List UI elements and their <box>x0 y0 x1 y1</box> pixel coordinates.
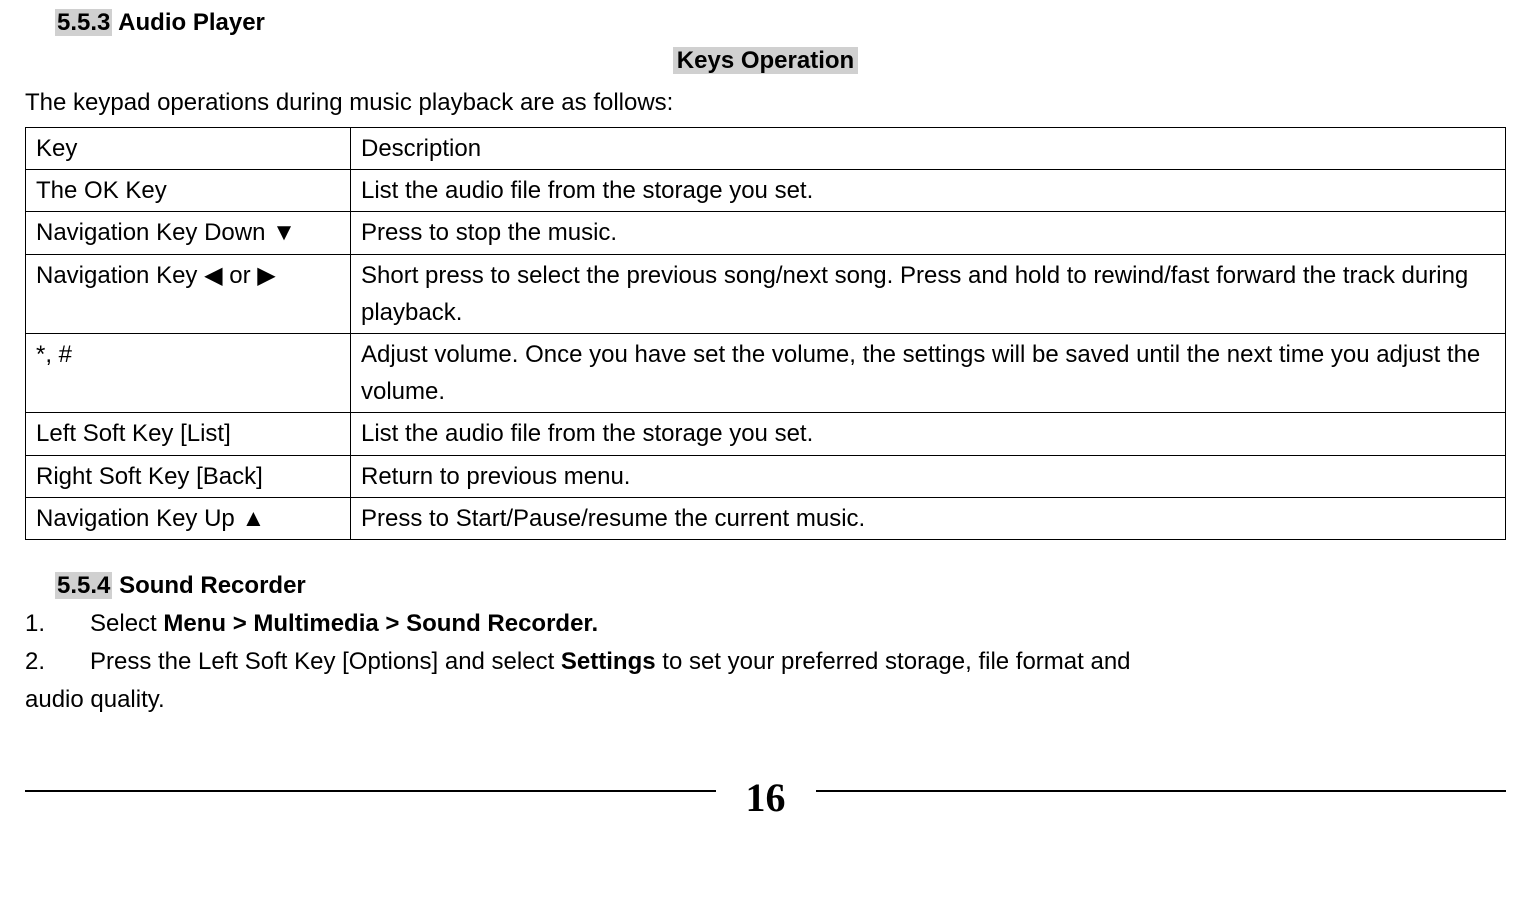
section-heading-sound-recorder: 5.5.4 Sound Recorder <box>55 568 1506 604</box>
text-bold: Settings <box>561 648 656 675</box>
table-row: Navigation Key ◀ or ▶ Short press to sel… <box>26 254 1506 333</box>
footer-line-right <box>816 790 1507 792</box>
table-cell-desc: Description <box>351 128 1506 170</box>
list-text: Select Menu > Multimedia > Sound Recorde… <box>90 606 1506 642</box>
text-bold: Menu > Multimedia > Sound Recorder. <box>163 610 598 637</box>
table-cell-key: Left Soft Key [List] <box>26 413 351 455</box>
table-cell-desc: List the audio file from the storage you… <box>351 413 1506 455</box>
footer-line-left <box>25 790 716 792</box>
table-cell-desc: Return to previous menu. <box>351 455 1506 497</box>
list-item: 1. Select Menu > Multimedia > Sound Reco… <box>25 606 1506 642</box>
section-number: 5.5.3 <box>55 9 112 36</box>
list-text-continuation: audio quality. <box>25 682 1506 718</box>
page-footer: 16 <box>25 768 1506 818</box>
table-cell-desc: List the audio file from the storage you… <box>351 170 1506 212</box>
section-title: Sound Recorder <box>119 572 306 599</box>
table-row: Navigation Key Down ▼ Press to stop the … <box>26 212 1506 254</box>
list-number: 2. <box>25 644 90 680</box>
section-title: Audio Player <box>118 9 265 36</box>
table-cell-desc: Press to Start/Pause/resume the current … <box>351 497 1506 539</box>
table-row: Navigation Key Up ▲ Press to Start/Pause… <box>26 497 1506 539</box>
table-cell-key: Right Soft Key [Back] <box>26 455 351 497</box>
keys-operation-subtitle: Keys Operation <box>25 43 1506 79</box>
table-cell-key: Navigation Key Down ▼ <box>26 212 351 254</box>
table-cell-key: The OK Key <box>26 170 351 212</box>
keys-operation-table: Key Description The OK Key List the audi… <box>25 127 1506 540</box>
table-cell-desc: Adjust volume. Once you have set the vol… <box>351 333 1506 412</box>
table-row: The OK Key List the audio file from the … <box>26 170 1506 212</box>
section-number: 5.5.4 <box>55 572 112 599</box>
table-cell-key: Key <box>26 128 351 170</box>
table-cell-desc: Short press to select the previous song/… <box>351 254 1506 333</box>
table-cell-key: Navigation Key Up ▲ <box>26 497 351 539</box>
list-text: Press the Left Soft Key [Options] and se… <box>90 644 1506 680</box>
table-row: *, # Adjust volume. Once you have set th… <box>26 333 1506 412</box>
text-run: Select <box>90 610 163 637</box>
table-cell-desc: Press to stop the music. <box>351 212 1506 254</box>
table-row: Left Soft Key [List] List the audio file… <box>26 413 1506 455</box>
table-row: Right Soft Key [Back] Return to previous… <box>26 455 1506 497</box>
text-run: to set your preferred storage, file form… <box>656 648 1131 675</box>
intro-text: The keypad operations during music playb… <box>25 85 1506 121</box>
table-cell-key: *, # <box>26 333 351 412</box>
list-item: 2. Press the Left Soft Key [Options] and… <box>25 644 1506 680</box>
list-number: 1. <box>25 606 90 642</box>
section-heading-audio-player: 5.5.3 Audio Player <box>55 5 1506 41</box>
table-row: Key Description <box>26 128 1506 170</box>
text-run: Press the Left Soft Key [Options] and se… <box>90 648 561 675</box>
subtitle-text: Keys Operation <box>673 47 858 74</box>
page-number: 16 <box>746 768 786 828</box>
table-cell-key: Navigation Key ◀ or ▶ <box>26 254 351 333</box>
